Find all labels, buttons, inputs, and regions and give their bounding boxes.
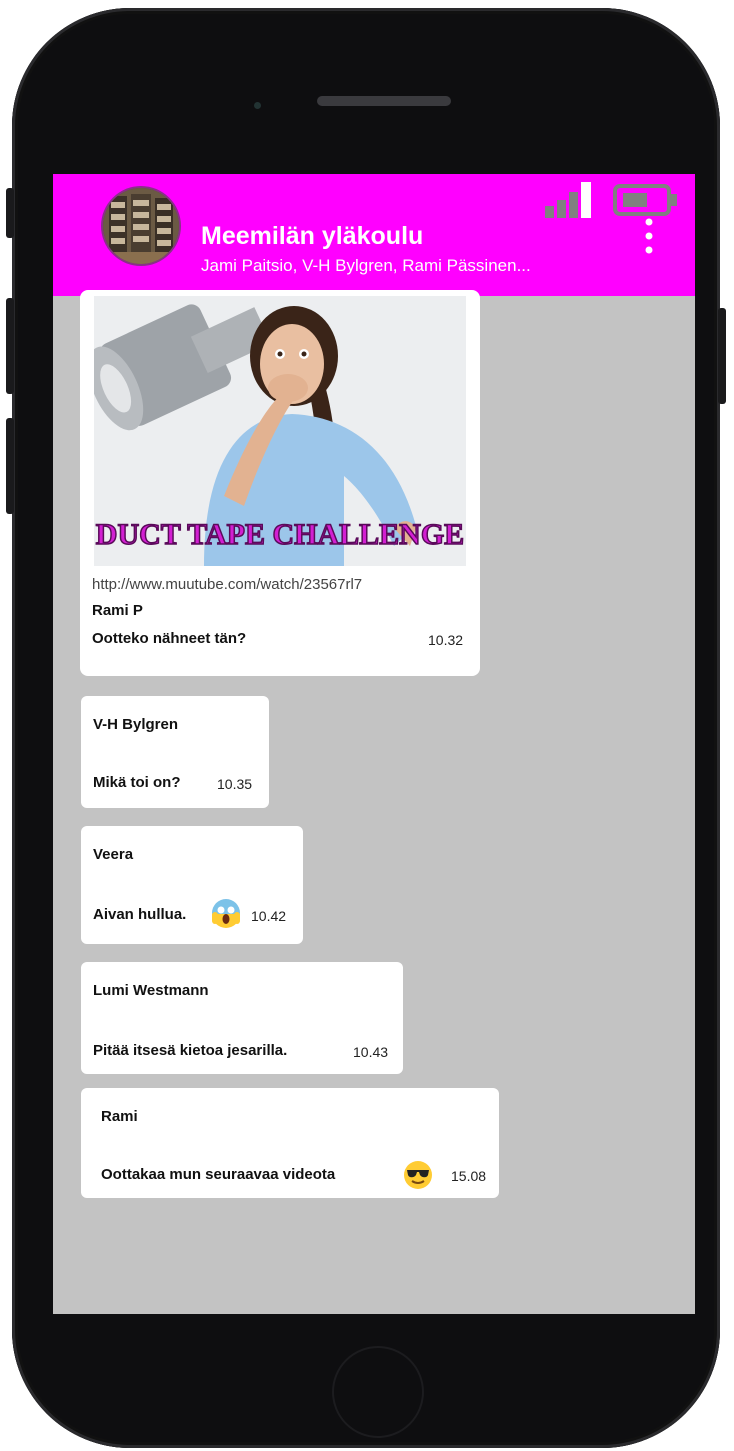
message-time: 10.43 <box>353 1044 389 1060</box>
home-button[interactable] <box>332 1346 424 1438</box>
video-thumbnail[interactable]: DUCT TAPE CHALLENGE <box>94 296 466 566</box>
volume-down-button <box>6 418 14 514</box>
signal-icon <box>545 182 591 218</box>
message-sender: V-H Bylgren <box>93 716 179 733</box>
message-text: Pitää itsesä kietoa jesarilla. <box>93 1042 288 1059</box>
power-button <box>718 308 726 404</box>
message-time: 10.42 <box>251 908 287 924</box>
message-bubble: Rami Oottakaa mun seuraavaa videota 15.0… <box>81 1088 499 1198</box>
earpiece-speaker <box>317 96 451 106</box>
message-time: 10.32 <box>428 632 464 648</box>
video-caption: DUCT TAPE CHALLENGE <box>96 518 464 551</box>
message-bubble: DUCT TAPE CHALLENGE http://www.muutube.c… <box>80 290 480 676</box>
message-text: Oottakaa mun seuraavaa videota <box>101 1166 336 1183</box>
battery-icon <box>613 184 677 216</box>
screaming-face-icon <box>212 899 240 928</box>
message-text: Mikä toi on? <box>93 774 181 791</box>
mute-switch <box>6 188 14 238</box>
more-options-icon[interactable] <box>641 216 657 258</box>
chat-screen: Meemilän yläkoulu Jami Paitsio, V-H Bylg… <box>53 174 695 1314</box>
message-bubble: Veera Aivan hullua. 10.42 <box>81 826 303 944</box>
sunglasses-face-icon <box>404 1161 432 1189</box>
message-sender: Veera <box>93 846 134 863</box>
message-text: Aivan hullua. <box>93 906 187 923</box>
front-camera <box>254 102 261 109</box>
message-text: Ootteko nähneet tän? <box>92 630 247 647</box>
message-time: 15.08 <box>451 1168 487 1184</box>
volume-up-button <box>6 298 14 394</box>
video-link[interactable]: http://www.muutube.com/watch/23567rl7 <box>92 576 362 593</box>
message-sender: Rami <box>101 1108 138 1125</box>
chat-title[interactable]: Meemilän yläkoulu <box>201 222 423 251</box>
message-sender: Lumi Westmann <box>93 982 209 999</box>
message-bubble: Lumi Westmann Pitää itsesä kietoa jesari… <box>81 962 403 1074</box>
chat-header: Meemilän yläkoulu Jami Paitsio, V-H Bylg… <box>53 174 695 296</box>
chat-participants[interactable]: Jami Paitsio, V-H Bylgren, Rami Pässinen… <box>201 256 531 276</box>
message-sender: Rami P <box>92 602 143 619</box>
message-time: 10.35 <box>217 776 253 792</box>
message-bubble: V-H Bylgren Mikä toi on? 10.35 <box>81 696 269 808</box>
group-avatar[interactable] <box>103 188 179 264</box>
